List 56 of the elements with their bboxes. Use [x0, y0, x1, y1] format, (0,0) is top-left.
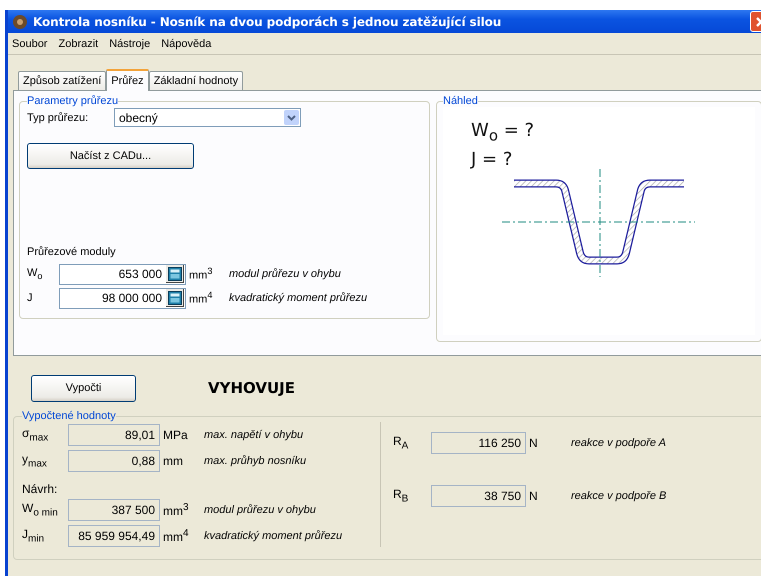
description-label: reakce v podpoře B: [571, 490, 666, 502]
tab[interactable]: Základní hodnoty: [148, 71, 244, 90]
unit-label: N: [528, 489, 539, 503]
description-label: reakce v podpoře A: [571, 437, 666, 449]
calculator-icon[interactable]: [166, 265, 184, 283]
symbol-label: R$_{B}$: [393, 487, 410, 505]
load-cad-button[interactable]: Načíst z CADu...: [27, 143, 194, 169]
description-label: modul průřezu v ohybu: [204, 504, 316, 516]
menu-item[interactable]: Zobrazit: [58, 38, 98, 50]
unit-label: mm: [162, 454, 184, 468]
unit-label: N: [528, 436, 539, 450]
value-field: 85 959 954,49: [68, 525, 160, 547]
symbol-label: y$_{max}$: [22, 452, 48, 470]
unit-label: mm$^{3}$: [162, 502, 190, 518]
unit-label: mm$^{4}$: [188, 290, 214, 306]
compute-button[interactable]: Vypočti: [31, 374, 136, 402]
description-label: kvadratický moment průřezu: [229, 292, 368, 304]
formula-text: W$_{o}$ = ?: [471, 119, 536, 147]
type-dropdown[interactable]: obecný: [114, 108, 301, 127]
dropdown-icon: [284, 110, 299, 125]
app-icon: [12, 14, 28, 30]
window-title: Kontrola nosníku - Nosník na dvou podporách s jednou zatěžující silou: [33, 14, 502, 28]
menu-item[interactable]: Soubor: [12, 38, 48, 50]
value-field: 89,01: [68, 424, 160, 446]
value-field: 387 500: [68, 499, 160, 521]
moduli-label: Průřezové moduly: [27, 246, 117, 258]
calculator-icon[interactable]: [166, 289, 184, 307]
value-field[interactable]: 98 000 000: [59, 288, 186, 308]
description-label: max. napětí v ohybu: [204, 429, 304, 441]
symbol-label: R$_{A}$: [393, 434, 410, 452]
group-title: Parametry průřezu: [27, 95, 118, 107]
type-label: Typ průřezu:: [27, 112, 90, 124]
value-field: 116 250: [431, 432, 526, 454]
description-label: max. průhyb nosníku: [204, 455, 306, 467]
value-field[interactable]: 653 000: [59, 264, 186, 284]
menu-item[interactable]: Nástroje: [109, 38, 150, 50]
tab[interactable]: Průřez: [106, 69, 149, 91]
description-label: kvadratický moment průřezu: [204, 530, 342, 542]
formula-text: J = ?: [471, 148, 514, 172]
design-label: Návrh:: [22, 482, 58, 496]
value-field: 38 750: [431, 485, 526, 507]
symbol-label: J: [27, 292, 34, 304]
tab[interactable]: Způsob zatížení: [18, 71, 106, 90]
description-label: modul průřezu v ohybu: [229, 268, 341, 280]
value-field: 0,88: [68, 450, 160, 472]
menu-item[interactable]: Nápověda: [161, 38, 212, 50]
symbol-label: W$_{o min}$: [22, 501, 59, 519]
group-title: Vypočtené hodnoty: [22, 410, 116, 422]
symbol-label: σ$_{max}$: [22, 426, 50, 444]
result-status: VYHOVUJE: [208, 379, 295, 397]
group-title: Náhled: [443, 95, 478, 107]
symbol-label: W$_{o}$: [27, 266, 44, 282]
unit-label: mm$^{4}$: [162, 528, 190, 544]
unit-label: mm$^{3}$: [188, 266, 214, 282]
unit-label: MPa: [162, 428, 189, 442]
symbol-label: J$_{min}$: [22, 527, 46, 545]
